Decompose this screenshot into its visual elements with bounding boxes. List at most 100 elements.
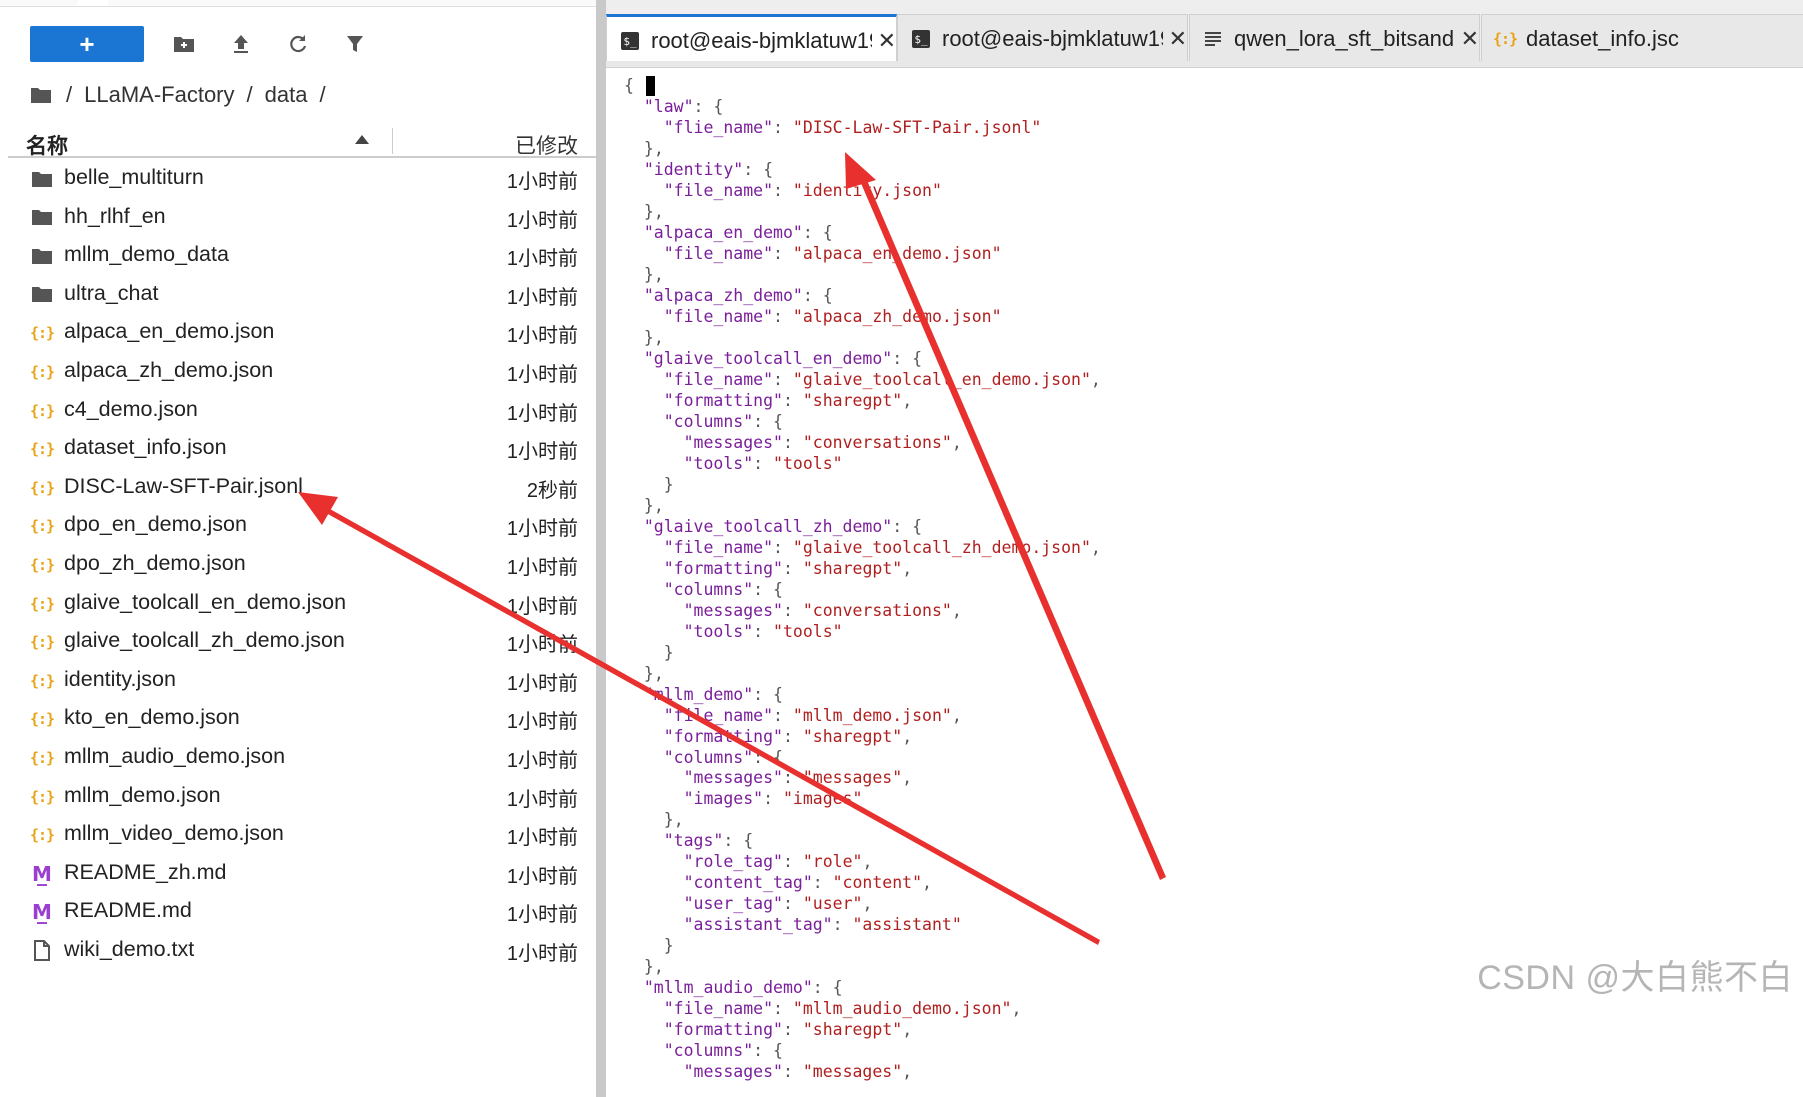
json-file-icon: {:} bbox=[29, 748, 55, 767]
breadcrumb-root[interactable]: / bbox=[66, 82, 72, 108]
breadcrumb-llama-factory[interactable]: LLaMA-Factory bbox=[84, 82, 234, 108]
folder-icon bbox=[30, 207, 54, 229]
file-name: wiki_demo.txt bbox=[64, 936, 195, 961]
file-name: c4_demo.json bbox=[64, 396, 198, 421]
breadcrumb-data[interactable]: data bbox=[265, 82, 308, 108]
json-file-icon: {:} bbox=[29, 671, 55, 690]
code-content[interactable]: { "law": { "flie_name": "DISC-Law-SFT-Pa… bbox=[624, 76, 1794, 1083]
new-folder-icon[interactable] bbox=[167, 26, 201, 62]
terminal-icon: $_ bbox=[619, 30, 641, 52]
file-modified: 1小时前 bbox=[506, 749, 578, 772]
refresh-icon[interactable] bbox=[281, 26, 315, 62]
close-icon[interactable]: ✕ bbox=[1169, 26, 1187, 52]
file-modified: 1小时前 bbox=[506, 595, 578, 618]
file-row[interactable]: {:} kto_en_demo.json 1小时前 bbox=[8, 700, 596, 739]
file-name: dpo_zh_demo.json bbox=[64, 550, 246, 575]
csdn-watermark: CSDN @大白熊不白 bbox=[1477, 959, 1793, 997]
file-modified: 1小时前 bbox=[506, 942, 578, 965]
close-icon[interactable]: ✕ bbox=[878, 28, 896, 54]
file-name: kto_en_demo.json bbox=[64, 705, 240, 730]
file-modified: 1小时前 bbox=[506, 788, 578, 811]
file-row[interactable]: {:} identity.json 1小时前 bbox=[8, 662, 596, 701]
file-modified: 2秒前 bbox=[526, 479, 578, 502]
file-name: alpaca_en_demo.json bbox=[64, 319, 275, 344]
json-file-icon: {:} bbox=[29, 633, 55, 652]
markdown-icon: M̲ bbox=[32, 861, 52, 886]
file-name: mllm_demo_data bbox=[64, 242, 229, 267]
file-modified: 1小时前 bbox=[506, 171, 578, 193]
file-row[interactable]: {:} DISC-Law-SFT-Pair.jsonl 2秒前 bbox=[8, 469, 596, 508]
name-column-header[interactable]: 名称 bbox=[26, 130, 68, 160]
breadcrumb-separator: / bbox=[319, 82, 326, 107]
editor-area: $_root@eais-bjmklatuw19ea✕$_root@eais-bj… bbox=[606, 0, 1803, 1097]
filter-icon[interactable] bbox=[338, 26, 372, 62]
editor-tab[interactable]: $_ root@eais-bjmklatuw19ea✕ bbox=[897, 14, 1188, 63]
tab-label: qwen_lora_sft_bitsandbyte bbox=[1234, 26, 1455, 51]
file-name: alpaca_zh_demo.json bbox=[64, 357, 274, 382]
upload-icon[interactable] bbox=[224, 26, 258, 62]
file-row[interactable]: M̲ README.md 1小时前 bbox=[8, 893, 596, 932]
file-modified: 1小时前 bbox=[506, 209, 578, 232]
panel-splitter[interactable] bbox=[596, 0, 606, 1097]
text-cursor bbox=[646, 76, 655, 96]
file-row[interactable]: belle_multiturn 1小时前 bbox=[8, 160, 596, 199]
file-modified: 1小时前 bbox=[506, 325, 578, 348]
json-file-icon: {:} bbox=[29, 826, 55, 845]
json-editor[interactable]: { "law": { "flie_name": "DISC-Law-SFT-Pa… bbox=[624, 76, 1794, 1096]
file-row[interactable]: M̲ README_zh.md 1小时前 bbox=[8, 855, 596, 894]
file-row[interactable]: {:} dpo_zh_demo.json 1小时前 bbox=[8, 546, 596, 585]
file-row[interactable]: wiki_demo.txt 1小时前 bbox=[8, 932, 596, 971]
file-row[interactable]: {:} mllm_demo.json 1小时前 bbox=[8, 778, 596, 817]
json-file-icon: {:} bbox=[29, 555, 55, 574]
close-icon[interactable]: ✕ bbox=[1461, 26, 1479, 52]
file-name: dpo_en_demo.json bbox=[64, 512, 247, 537]
editor-tab[interactable]: qwen_lora_sft_bitsandbyte✕ bbox=[1189, 14, 1480, 63]
editor-tab[interactable]: {:} dataset_info.jsc bbox=[1481, 14, 1803, 63]
top-strip bbox=[0, 0, 596, 7]
markdown-icon: M̲ bbox=[32, 900, 52, 925]
file-row[interactable]: {:} glaive_toolcall_zh_demo.json 1小时前 bbox=[8, 623, 596, 662]
json-file-icon: {:} bbox=[29, 517, 55, 536]
terminal-icon: $_ bbox=[910, 28, 932, 50]
file-name: identity.json bbox=[64, 666, 176, 691]
file-row[interactable]: mllm_demo_data 1小时前 bbox=[8, 237, 596, 276]
tab-bar-underline bbox=[606, 61, 1803, 68]
sort-ascending-icon[interactable] bbox=[355, 135, 369, 144]
new-launcher-button[interactable]: + bbox=[30, 26, 144, 62]
file-row[interactable]: {:} mllm_video_demo.json 1小时前 bbox=[8, 816, 596, 855]
file-modified: 1小时前 bbox=[506, 363, 578, 386]
file-name: dataset_info.json bbox=[64, 435, 227, 460]
file-name: ultra_chat bbox=[64, 280, 159, 305]
tab-label: root@eais-bjmklatuw19ea bbox=[651, 28, 872, 53]
folder-icon bbox=[30, 86, 52, 104]
file-name: mllm_video_demo.json bbox=[64, 821, 284, 846]
file-row[interactable]: {:} c4_demo.json 1小时前 bbox=[8, 392, 596, 431]
file-name: mllm_demo.json bbox=[64, 782, 221, 807]
file-browser-panel: + / LLaMA-Factory / data / 名称 已修改 belle_… bbox=[0, 0, 596, 1097]
file-modified: 1小时前 bbox=[506, 865, 578, 888]
editor-tab[interactable]: $_ root@eais-bjmklatuw19ea✕ bbox=[606, 14, 897, 65]
file-row[interactable]: hh_rlhf_en 1小时前 bbox=[8, 199, 596, 238]
json-file-icon: {:} bbox=[29, 324, 55, 343]
json-file-icon: {:} bbox=[29, 478, 55, 497]
file-name: DISC-Law-SFT-Pair.jsonl bbox=[64, 473, 303, 498]
file-modified: 1小时前 bbox=[506, 672, 578, 695]
folder-icon bbox=[30, 245, 54, 267]
file-row[interactable]: {:} glaive_toolcall_en_demo.json 1小时前 bbox=[8, 585, 596, 624]
file-row[interactable]: ultra_chat 1小时前 bbox=[8, 276, 596, 315]
file-name: mllm_audio_demo.json bbox=[64, 743, 286, 768]
text-file-icon bbox=[1202, 28, 1224, 50]
file-modified: 1小时前 bbox=[506, 248, 578, 271]
json-file-icon: {:} bbox=[29, 401, 55, 420]
json-file-icon: {:} bbox=[29, 362, 55, 381]
file-modified: 1小时前 bbox=[506, 827, 578, 850]
file-row[interactable]: {:} dataset_info.json 1小时前 bbox=[8, 430, 596, 469]
file-row[interactable]: {:} alpaca_zh_demo.json 1小时前 bbox=[8, 353, 596, 392]
file-row[interactable]: {:} mllm_audio_demo.json 1小时前 bbox=[8, 739, 596, 778]
file-row[interactable]: {:} dpo_en_demo.json 1小时前 bbox=[8, 507, 596, 546]
column-divider[interactable] bbox=[392, 128, 393, 154]
modified-column-header[interactable]: 已修改 bbox=[515, 130, 578, 160]
file-row[interactable]: {:} alpaca_en_demo.json 1小时前 bbox=[8, 314, 596, 353]
file-modified: 1小时前 bbox=[506, 402, 578, 425]
file-name: README_zh.md bbox=[64, 859, 227, 884]
